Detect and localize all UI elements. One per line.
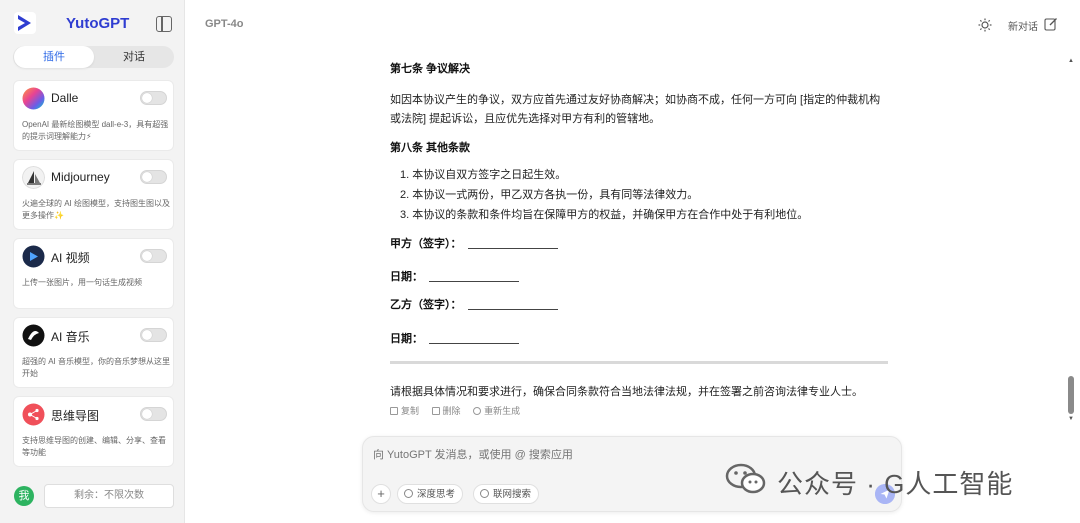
plugin-desc: 超强的 AI 音乐模型，你的音乐梦想从这里开始 (22, 357, 171, 378)
plugin-toggle[interactable] (140, 328, 167, 342)
plugin-name: Midjourney (51, 170, 110, 184)
refresh-icon (473, 407, 482, 415)
plugin-name: AI 视频 (51, 251, 90, 265)
blank-line (429, 281, 519, 282)
watermark-text: 公众号 · G人工智能 (777, 469, 1014, 499)
signature-line-party-b: 乙方（签字）： (390, 296, 558, 312)
edit-icon[interactable] (1044, 17, 1058, 31)
logo-icon (14, 12, 36, 34)
plugin-desc: 上传一张图片，用一句话生成视频 (22, 278, 142, 287)
wechat-icon (725, 463, 766, 494)
list-item: 2. 本协议一式两份，甲乙双方各执一份，具有同等法律效力。 (400, 189, 699, 201)
plugin-name: AI 音乐 (51, 330, 90, 344)
regenerate-button[interactable]: 重新生成 (473, 404, 520, 417)
blank-line (467, 248, 558, 249)
plugin-toggle[interactable] (140, 170, 167, 184)
tab-plugins[interactable]: 插件 (14, 46, 94, 68)
signature-label: 甲方（签字）： (390, 238, 462, 250)
plugin-toggle[interactable] (140, 249, 167, 263)
plugin-toggle[interactable] (140, 407, 167, 421)
app-title: YutoGPT (66, 15, 130, 32)
plugin-card-ai-music[interactable]: AI 音乐 超强的 AI 音乐模型，你的音乐梦想从这里开始 (13, 317, 174, 388)
signature-line-party-a: 甲方（签字）： (390, 235, 558, 251)
ai-video-icon (22, 245, 45, 268)
signature-label: 乙方（签字）： (390, 299, 462, 311)
watermark: 公众号 · G人工智能 (725, 460, 1055, 500)
plugin-card-dalle[interactable]: Dalle OpenAI 最新绘图模型 dall-e-3，具有超强的提示词理解能… (13, 80, 174, 151)
plugin-card-mindmap[interactable]: 思维导图 支持思维导图的创建、编辑、分享、查看等功能 (13, 396, 174, 467)
date-line-party-a: 日期： (390, 268, 519, 284)
remaining-quota: 剩余：不限次数 (44, 484, 174, 508)
globe-icon (480, 489, 489, 498)
sidebar-tabs: 插件 对话 (13, 46, 174, 68)
mindmap-icon (22, 403, 45, 426)
dalle-icon (22, 87, 45, 110)
tab-chats[interactable]: 对话 (94, 46, 174, 68)
model-selector[interactable]: GPT-4o (205, 18, 244, 30)
avatar[interactable]: 我 (14, 486, 34, 506)
date-label: 日期： (390, 333, 423, 345)
main-panel: GPT-4o 新对话 第七条 争议解决 如因本协议产生的争议，双方应首先通过友好… (186, 0, 1080, 523)
scroll-up-icon[interactable]: ▲ (1068, 58, 1074, 64)
deep-think-button[interactable]: 深度思考 (397, 484, 464, 504)
plugin-desc: 支持思维导图的创建、编辑、分享、查看等功能 (22, 436, 166, 457)
section-heading: 第七条 争议解决 (390, 63, 471, 75)
list-item: 1. 本协议自双方签字之日起生效。 (400, 169, 567, 181)
ai-music-icon (22, 324, 45, 347)
web-search-button[interactable]: 联网搜索 (473, 484, 540, 504)
section-heading: 第八条 其他条款 (390, 142, 471, 154)
plugin-card-midjourney[interactable]: Midjourney 火遍全球的 AI 绘图模型，支持图生图以及更多操作✨ (13, 159, 174, 230)
blank-line (467, 309, 558, 310)
plugin-toggle[interactable] (140, 91, 167, 105)
date-line-party-b: 日期： (390, 330, 519, 346)
scrollbar[interactable]: ▲ ▼ (1068, 58, 1074, 424)
list-item: 3. 本协议的条款和条件均旨在保障甲方的权益，并确保甲方在合作中处于有利地位。 (400, 209, 809, 221)
sidebar: YutoGPT 插件 对话 Dalle OpenAI 最新绘图模型 dall-e… (0, 0, 185, 523)
sidebar-collapse-icon[interactable] (156, 16, 172, 32)
delete-button[interactable]: 删除 (431, 404, 461, 417)
date-label: 日期： (390, 271, 423, 283)
plugin-name: 思维导图 (51, 409, 100, 423)
paragraph: 如因本协议产生的争议，双方应首先通过友好协商解决；如协商不成，任何一方可向 [指… (390, 94, 881, 125)
logo-row: YutoGPT (14, 12, 174, 36)
blank-line (429, 343, 519, 344)
midjourney-icon (22, 166, 45, 189)
message-actions: 复制 删除 重新生成 (390, 404, 530, 417)
scroll-thumb[interactable] (1068, 376, 1074, 414)
new-chat-button[interactable]: 新对话 (1008, 18, 1038, 33)
add-attachment-button[interactable]: + (371, 484, 391, 504)
plugin-card-ai-video[interactable]: AI 视频 上传一张图片，用一句话生成视频 (13, 238, 174, 309)
plugin-desc: 火遍全球的 AI 绘图模型，支持图生图以及更多操作✨ (22, 199, 171, 220)
footer-note: 请根据具体情况和要求进行，确保合同条款符合当地法律法规，并在签署之前咨询法律专业… (390, 386, 863, 398)
copy-icon (390, 407, 398, 415)
sun-icon[interactable] (978, 18, 992, 32)
plugin-desc: OpenAI 最新绘图模型 dall-e-3，具有超强的提示词理解能力⚡ (22, 120, 169, 141)
trash-icon (431, 407, 440, 415)
gear-icon (404, 489, 413, 498)
copy-button[interactable]: 复制 (390, 404, 419, 417)
scroll-down-icon[interactable]: ▼ (1068, 416, 1074, 422)
plugin-name: Dalle (51, 91, 79, 105)
divider (390, 361, 888, 364)
